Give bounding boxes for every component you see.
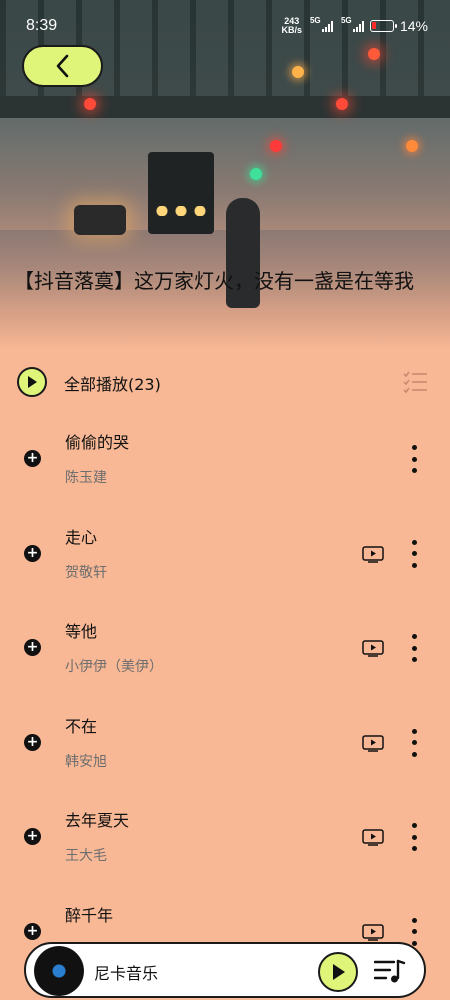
song-artist: 韩安旭 bbox=[65, 753, 107, 770]
status-indicators: 243 KB/s 5G 5G 14% bbox=[281, 16, 428, 35]
signal-icon: 5G bbox=[310, 16, 333, 32]
cover-bus bbox=[148, 152, 214, 234]
sim2-network-type: 5G bbox=[340, 16, 352, 25]
list-item[interactable]: + 等他 小伊伊（美伊） bbox=[0, 601, 450, 696]
mv-video-icon[interactable] bbox=[362, 640, 384, 657]
song-title: 不在 bbox=[65, 716, 98, 736]
list-item[interactable]: + 偷偷的哭 陈玉建 bbox=[0, 412, 450, 507]
sim1-network-type: 5G bbox=[309, 16, 321, 25]
song-title: 去年夏天 bbox=[65, 811, 130, 830]
mv-video-icon[interactable] bbox=[362, 923, 384, 941]
cover-light bbox=[270, 140, 282, 152]
song-title: 偷偷的哭 bbox=[65, 433, 130, 452]
vinyl-disc-icon[interactable] bbox=[34, 946, 84, 996]
mini-player[interactable]: 尼卡音乐 bbox=[24, 942, 426, 998]
play-icon bbox=[28, 376, 37, 388]
list-item[interactable]: + 去年夏天 王大毛 bbox=[0, 790, 450, 885]
song-artist: 小伊伊（美伊） bbox=[65, 659, 163, 675]
battery-icon bbox=[369, 20, 397, 32]
more-options-icon[interactable] bbox=[406, 539, 422, 568]
add-icon[interactable]: + bbox=[24, 450, 41, 467]
more-options-icon[interactable] bbox=[406, 917, 422, 946]
song-title: 走心 bbox=[65, 527, 98, 547]
add-icon[interactable]: + bbox=[24, 828, 41, 845]
song-artist: 王大毛 bbox=[65, 848, 107, 864]
play-button[interactable] bbox=[318, 952, 358, 992]
mv-video-icon[interactable] bbox=[362, 829, 384, 846]
signal-icon: 5G bbox=[341, 16, 364, 32]
multi-select-list-icon[interactable] bbox=[402, 370, 428, 394]
more-options-icon[interactable] bbox=[406, 445, 422, 473]
chevron-left-icon bbox=[56, 54, 68, 78]
play-all-button[interactable] bbox=[17, 367, 47, 397]
add-icon[interactable]: + bbox=[24, 922, 41, 940]
list-item[interactable]: + 不在 韩安旭 bbox=[0, 696, 450, 791]
playlist-title: 【抖音落寞】这万家灯火，没有一盏是在等我 bbox=[14, 269, 414, 293]
add-icon[interactable]: + bbox=[24, 544, 41, 562]
cover-light bbox=[336, 98, 348, 110]
playlist-queue-icon[interactable] bbox=[374, 958, 406, 984]
play-all-row[interactable]: 全部播放(23) bbox=[0, 362, 450, 402]
more-options-icon[interactable] bbox=[406, 823, 422, 851]
mv-video-icon[interactable] bbox=[362, 545, 384, 563]
cover-car bbox=[74, 205, 126, 235]
song-list: + 偷偷的哭 陈玉建 + 走心 贺敬轩 + 等他 小伊伊（美伊） + 不在 韩安… bbox=[0, 412, 450, 979]
network-speed: 243 KB/s bbox=[281, 17, 302, 35]
cover-bridge-deck bbox=[0, 96, 450, 118]
add-icon[interactable]: + bbox=[24, 733, 41, 751]
song-title: 醉千年 bbox=[65, 905, 114, 925]
more-options-icon[interactable] bbox=[406, 728, 422, 757]
add-icon[interactable]: + bbox=[24, 639, 41, 656]
network-speed-unit: KB/s bbox=[281, 25, 302, 35]
cover-light bbox=[84, 98, 96, 110]
now-playing-title[interactable]: 尼卡音乐 bbox=[94, 960, 158, 984]
back-button[interactable] bbox=[22, 45, 103, 87]
play-all-label[interactable]: 全部播放(23) bbox=[64, 371, 161, 395]
list-item[interactable]: + 走心 贺敬轩 bbox=[0, 507, 450, 602]
cover-light bbox=[250, 168, 262, 180]
cover-light bbox=[292, 66, 304, 78]
more-options-icon[interactable] bbox=[406, 634, 422, 662]
song-artist: 陈玉建 bbox=[65, 470, 107, 486]
song-artist: 贺敬轩 bbox=[65, 564, 107, 581]
song-title: 等他 bbox=[65, 622, 98, 641]
battery-percent: 14% bbox=[399, 18, 428, 34]
mv-video-icon[interactable] bbox=[362, 734, 384, 752]
play-icon bbox=[333, 964, 345, 980]
status-time: 8:39 bbox=[26, 17, 58, 34]
cover-light bbox=[406, 140, 418, 152]
